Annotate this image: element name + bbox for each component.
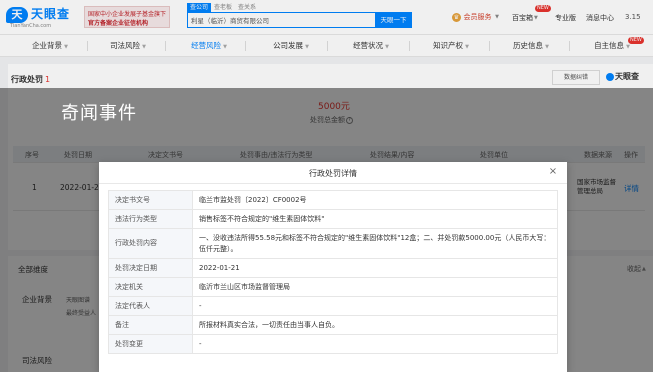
detail-row: 法定代表人 - xyxy=(108,296,558,316)
detail-key: 处罚决定日期 xyxy=(108,258,193,278)
detail-value: 销售标签不符合规定的"维生素固体饮料" xyxy=(192,209,558,229)
penalty-detail-table: 决定书文号 临兰市监处罚〔2022〕CF0002号 违法行为类型 销售标签不符合规定… xyxy=(108,190,558,354)
detail-key: 决定机关 xyxy=(108,277,193,297)
close-icon[interactable]: × xyxy=(547,166,559,178)
detail-row: 违法行为类型 销售标签不符合规定的"维生素固体饮料" xyxy=(108,209,558,229)
detail-value: 临沂市兰山区市场监督管理局 xyxy=(192,277,558,297)
overlay-caption: 奇闻事件 xyxy=(61,103,137,124)
detail-key: 行政处罚内容 xyxy=(108,228,193,259)
modal-title: 行政处罚详情 xyxy=(309,169,357,178)
detail-key: 违法行为类型 xyxy=(108,209,193,229)
detail-row: 决定机关 临沂市兰山区市场监督管理局 xyxy=(108,277,558,297)
detail-key: 处罚变更 xyxy=(108,334,193,354)
modal-divider xyxy=(99,183,567,184)
detail-row: 处罚变更 - xyxy=(108,334,558,354)
detail-value: 一、没收违法所得55.58元和标签不符合规定的"维生素固体饮料"12盒；二、并处… xyxy=(192,228,558,259)
detail-value: - xyxy=(192,334,558,354)
detail-value: 临兰市监处罚〔2022〕CF0002号 xyxy=(192,190,558,210)
detail-row: 决定书文号 临兰市监处罚〔2022〕CF0002号 xyxy=(108,190,558,210)
detail-value: - xyxy=(192,296,558,316)
penalty-detail-modal: 行政处罚详情 × 决定书文号 临兰市监处罚〔2022〕CF0002号 违法行为类型… xyxy=(99,162,567,372)
detail-row: 行政处罚内容 一、没收违法所得55.58元和标签不符合规定的"维生素固体饮料"12… xyxy=(108,228,558,259)
detail-value: 所报材料真实合法，一切责任由当事人自负。 xyxy=(192,315,558,335)
detail-row: 处罚决定日期 2022-01-21 xyxy=(108,258,558,278)
detail-value: 2022-01-21 xyxy=(192,258,558,278)
detail-key: 法定代表人 xyxy=(108,296,193,316)
detail-key: 备注 xyxy=(108,315,193,335)
modal-backdrop-top xyxy=(0,0,653,88)
detail-key: 决定书文号 xyxy=(108,190,193,210)
detail-row: 备注 所报材料真实合法，一切责任由当事人自负。 xyxy=(108,315,558,335)
